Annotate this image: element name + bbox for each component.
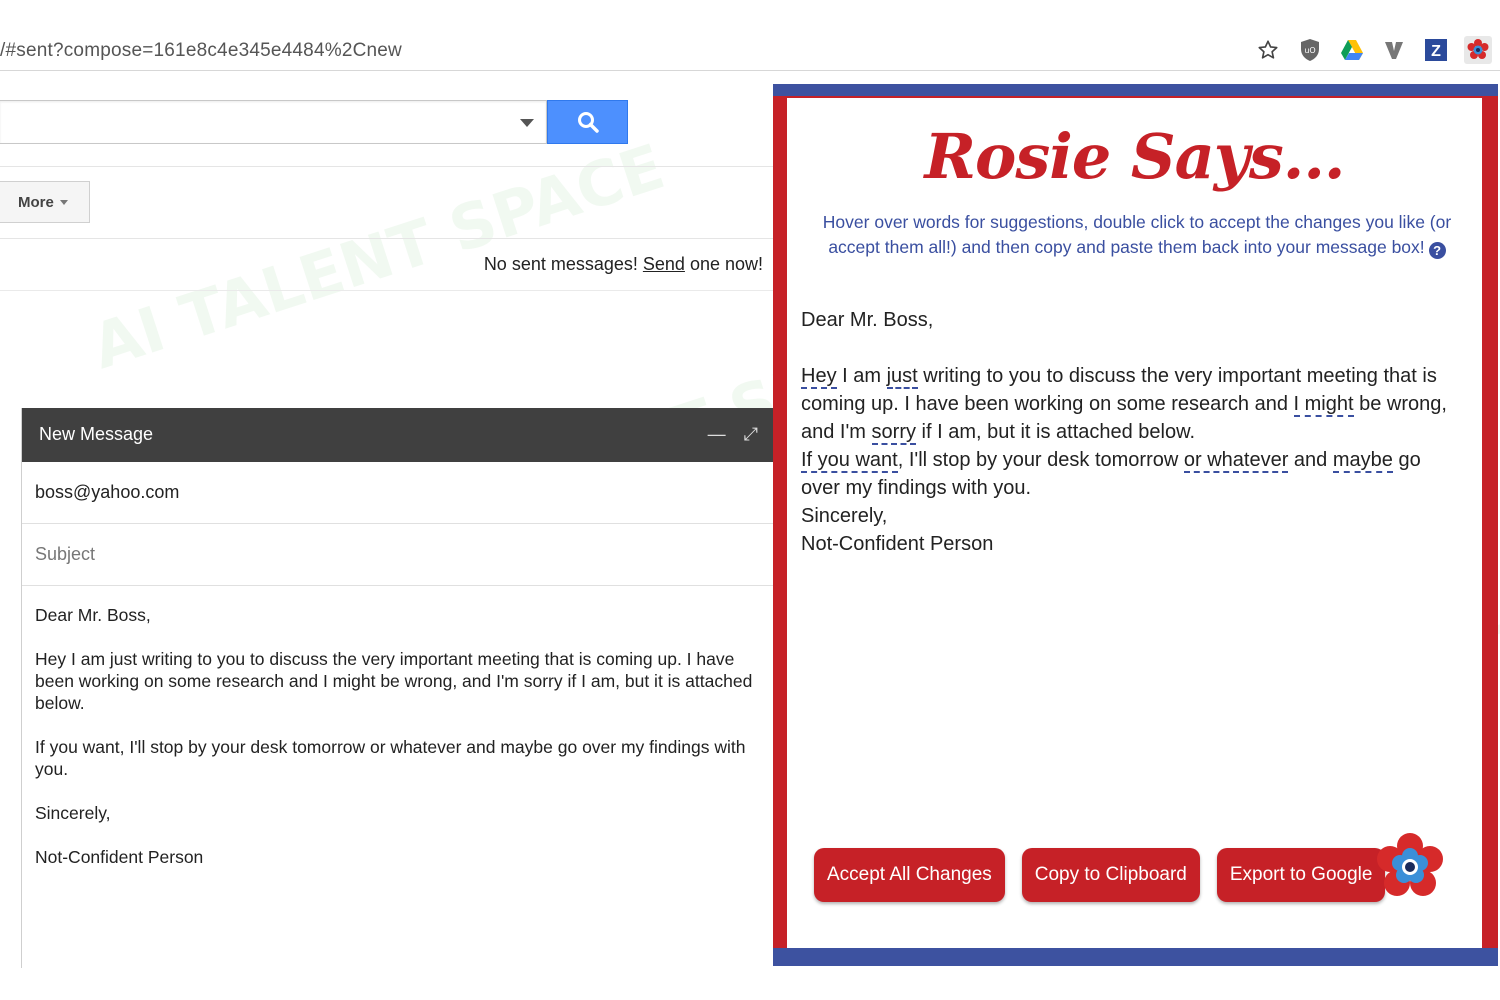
more-button[interactable]: More [0, 181, 90, 223]
suggestion-word[interactable]: If you want [801, 449, 898, 473]
search-button[interactable] [547, 100, 628, 144]
export-to-google-button[interactable]: Export to Google [1216, 848, 1386, 902]
ublock-shield-icon[interactable]: uO [1296, 36, 1324, 64]
compose-window: New Message — ⤢ boss@yahoo.com Subject D… [21, 408, 776, 968]
help-icon[interactable]: ? [1428, 242, 1446, 259]
body-paragraph: If you want, I'll stop by your desk tomo… [35, 737, 746, 779]
copy-to-clipboard-button[interactable]: Copy to Clipboard [1021, 848, 1200, 902]
rosie-text-span: , I'll stop by your desk tomorrow [897, 449, 1184, 471]
send-link[interactable]: Send [643, 254, 685, 274]
extension-toolbar: uO Z [1254, 36, 1492, 64]
compose-title: New Message [39, 424, 154, 444]
expand-icon[interactable]: ⤢ [744, 424, 758, 445]
vimium-v-icon[interactable] [1380, 36, 1408, 64]
divider [0, 290, 775, 291]
body-signature: Not-Confident Person [35, 847, 204, 867]
rosie-signature: Not-Confident Person [801, 533, 994, 555]
suggestion-word[interactable]: just [886, 365, 918, 389]
svg-text:Z: Z [1431, 43, 1441, 60]
panel-border-top [773, 84, 1498, 96]
no-sent-prefix: No sent messages! [483, 254, 643, 274]
rosie-text-span: if I am, but it is attached below. [915, 421, 1196, 443]
zotero-z-icon[interactable]: Z [1422, 36, 1450, 64]
divider [0, 238, 775, 239]
rosie-panel: Rosie Says... Hover over words for sugge… [773, 84, 1498, 966]
suggestion-word[interactable]: Hey [801, 365, 837, 389]
search-input[interactable] [0, 100, 547, 144]
star-icon[interactable] [1254, 36, 1282, 64]
suggestion-word[interactable]: I might [1293, 393, 1354, 417]
gmail-search [0, 100, 628, 146]
to-recipient: boss@yahoo.com [35, 482, 180, 502]
rosie-action-buttons: Accept All Changes Copy to Clipboard Exp… [814, 848, 1386, 902]
search-icon [577, 112, 599, 133]
svg-text:uO: uO [1304, 46, 1315, 55]
browser-address-bar[interactable]: /#sent?compose=161e8c4e345e4484%2Cnew uO… [0, 24, 1500, 71]
suggestion-word[interactable]: maybe [1332, 449, 1393, 473]
url-text[interactable]: /#sent?compose=161e8c4e345e4484%2Cnew [0, 40, 402, 62]
rosie-logo: Rosie Says... [924, 120, 1345, 193]
panel-border-bottom [773, 948, 1498, 966]
body-paragraph: Hey I am just writing to you to discuss … [35, 649, 753, 713]
accept-all-changes-button[interactable]: Accept All Changes [814, 848, 1005, 902]
rosie-instructions: Hover over words for suggestions, double… [817, 210, 1457, 260]
rosie-paragraph-2: If you want, I'll stop by your desk tomo… [801, 446, 1461, 502]
hint-text: Hover over words for suggestions, double… [822, 212, 1452, 257]
message-body[interactable]: Dear Mr. Boss, Hey I am just writing to … [35, 604, 770, 890]
google-drive-icon[interactable] [1338, 36, 1366, 64]
rosie-text-span: I am [836, 365, 887, 387]
search-options-caret-icon[interactable] [520, 119, 534, 127]
to-field[interactable]: boss@yahoo.com [22, 462, 776, 524]
rosie-text-span: and [1288, 449, 1333, 471]
rosie-paragraph-1: Hey I am just writing to you to discuss … [801, 362, 1461, 446]
compose-header[interactable]: New Message — ⤢ [22, 408, 776, 462]
subject-field[interactable]: Subject [22, 524, 776, 586]
rosie-content: Rosie Says... Hover over words for sugge… [787, 98, 1482, 948]
minimize-icon[interactable]: — [708, 424, 726, 445]
rosie-flower-logo-icon [1377, 833, 1443, 896]
no-sent-suffix: one now! [684, 254, 763, 274]
subject-placeholder: Subject [35, 544, 96, 564]
body-closing: Sincerely, [35, 803, 111, 823]
no-sent-message: No sent messages! Send one now! [484, 254, 763, 275]
rosie-suggested-text: Dear Mr. Boss, Hey I am just writing to … [801, 306, 1461, 558]
suggestion-word[interactable]: sorry [871, 421, 916, 445]
body-greeting: Dear Mr. Boss, [35, 605, 151, 625]
more-button-label: More [18, 193, 54, 211]
rosie-flower-icon[interactable] [1464, 36, 1492, 64]
rosie-greeting: Dear Mr. Boss, [801, 309, 934, 331]
chevron-down-icon [59, 199, 68, 205]
divider [0, 166, 775, 167]
suggestion-word[interactable]: or whatever [1183, 449, 1289, 473]
rosie-closing: Sincerely, [801, 505, 888, 527]
